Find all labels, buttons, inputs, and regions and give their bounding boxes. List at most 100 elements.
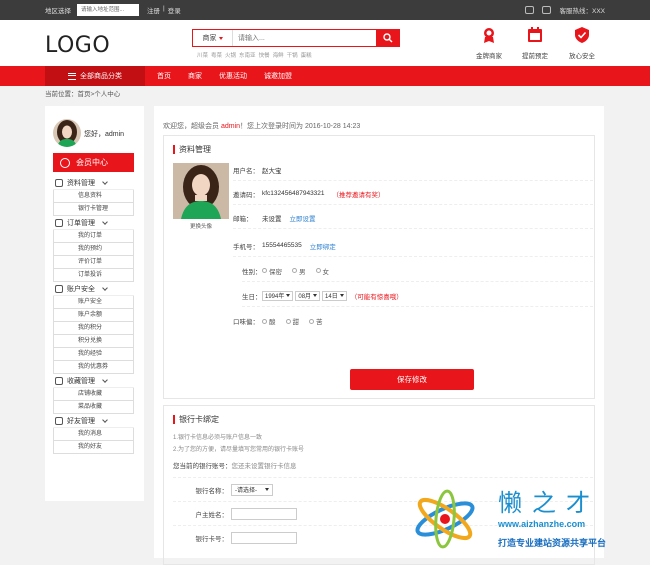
breadcrumb: 当前位置：首页>个人中心 [45, 91, 121, 98]
region-input[interactable]: 请输入地址范围... [77, 4, 139, 16]
sidebar-item[interactable]: 我的优惠券 [53, 361, 134, 374]
welcome-username: admin [220, 123, 241, 130]
menu-group-title[interactable]: 资料管理 [53, 176, 134, 190]
sidebar-item[interactable]: 银行卡管理 [53, 203, 134, 216]
chevron-down-icon [102, 218, 108, 225]
change-avatar-link[interactable]: 更换头像 [173, 222, 229, 230]
hot-keyword[interactable]: 粤菜 [211, 51, 222, 59]
register-link[interactable]: 注册 [147, 5, 160, 15]
chevron-down-icon [265, 488, 269, 491]
profile-photo[interactable] [173, 163, 229, 219]
feature-safe[interactable]: 放心安全 [562, 26, 602, 60]
birth-month-select[interactable]: 08月 [295, 290, 321, 301]
nav-item-home[interactable]: 首页 [157, 71, 171, 81]
birth-day-select[interactable]: 14日 [322, 290, 347, 301]
sidebar-item[interactable]: 订单投诉 [53, 269, 134, 282]
sidebar-item[interactable]: 账户安全 [53, 296, 134, 309]
taste-radio-bitter[interactable]: 苦 [309, 316, 323, 326]
wechat-icon[interactable] [525, 6, 535, 14]
field-gender: 性别： 保密 男 女 [242, 260, 593, 282]
sidebar-item[interactable]: 我的消息 [53, 428, 134, 441]
hotline-value: XXX [591, 8, 605, 15]
sidebar-item[interactable]: 菜品收藏 [53, 401, 134, 414]
logo[interactable]: LOGO [45, 33, 110, 58]
gender-radio-male[interactable]: 男 [292, 266, 306, 276]
field-label: 邀请码： [233, 191, 259, 199]
save-button[interactable]: 保存修改 [350, 369, 474, 390]
chevron-down-icon [313, 294, 318, 297]
hot-keyword[interactable]: 火锅 [225, 51, 236, 59]
radio-icon [285, 318, 291, 324]
hot-keyword[interactable]: 快餐 [259, 51, 270, 59]
hot-keyword[interactable]: 海鲜 [273, 51, 284, 59]
nav-item-promotions[interactable]: 优惠活动 [219, 71, 247, 81]
welcome-prefix: 欢迎您，超级会员 [163, 123, 219, 130]
account-icon [55, 284, 63, 293]
field-taste: 口味偏： 酸 甜 苦 [233, 310, 593, 332]
taste-radio-sour[interactable]: 酸 [262, 316, 276, 326]
profile-panel: 资料管理 更换头像 用户名： 赵大宝 邀请码： kfc1324564879433… [163, 135, 595, 399]
radio-icon [309, 318, 314, 324]
bank-note: 2.为了您的方便，请尽量填写您常用的银行卡账号 [173, 447, 305, 453]
friend-icon [55, 416, 63, 425]
feature-label: 金牌商家 [476, 53, 502, 60]
nav-item-franchise[interactable]: 诚邀加盟 [264, 71, 292, 81]
shield-icon [575, 27, 589, 43]
holder-name-input[interactable] [231, 507, 297, 520]
sidebar: 您好，admin 会员中心 资料管理 信息资料 银行卡管理 订单管理 我的订单 … [45, 106, 144, 501]
hot-keyword[interactable]: 蛋糕 [301, 51, 312, 59]
phone-icon[interactable] [542, 6, 552, 14]
sidebar-item[interactable]: 我的积分 [53, 322, 134, 335]
bank-name-select[interactable]: -请选择- [231, 483, 273, 496]
profile-title: 资料管理 [173, 145, 211, 154]
menu-group-label: 账户安全 [67, 285, 95, 293]
field-label: 口味偏： [233, 319, 259, 326]
main-nav: 全部商品分类 首页 商家 优惠活动 诚邀加盟 [0, 66, 650, 86]
birthday-hint: （可能有惊喜哦） [350, 293, 403, 301]
field-label: 邮箱： [233, 215, 253, 223]
radio-icon [262, 318, 267, 324]
menu-group-title[interactable]: 收藏管理 [53, 374, 134, 388]
birth-year-select[interactable]: 1994年 [262, 290, 294, 301]
search-category-select[interactable]: 商家 [193, 30, 233, 46]
sidebar-item[interactable]: 我的经验 [53, 348, 134, 361]
sidebar-item[interactable]: 我的预约 [53, 243, 134, 256]
set-email-link[interactable]: 立即设置 [290, 213, 316, 223]
sidebar-item[interactable]: 我的订单 [53, 230, 134, 243]
member-center-button[interactable]: 会员中心 [53, 153, 134, 172]
member-center-label: 会员中心 [76, 158, 108, 167]
feature-gold-merchant[interactable]: 金牌商家 [469, 26, 509, 60]
hot-keyword[interactable]: 川菜 [197, 51, 208, 59]
header: LOGO 商家 川菜 粤菜 火锅 东南亚 快餐 海鲜 干锅 蛋糕 金牌商家 提前… [0, 20, 650, 66]
hotline-label: 客服热线： [559, 8, 592, 15]
search-button[interactable] [376, 30, 399, 46]
menu-group-title[interactable]: 账户安全 [53, 282, 134, 296]
bank-note: 1.银行卡信息必须与账户信息一致 [173, 435, 263, 441]
bind-phone-link[interactable]: 立即绑定 [310, 241, 336, 251]
birth-day-value: 14日 [325, 294, 338, 300]
gender-radio-secret[interactable]: 保密 [262, 266, 282, 276]
taste-radio-sweet[interactable]: 甜 [285, 316, 299, 326]
sidebar-item[interactable]: 我的好友 [53, 441, 134, 454]
avatar[interactable] [53, 119, 81, 147]
nav-item-merchant[interactable]: 商家 [188, 71, 202, 81]
menu-group-title[interactable]: 订单管理 [53, 216, 134, 230]
menu-group-title[interactable]: 好友管理 [53, 414, 134, 428]
sidebar-item[interactable]: 评价订单 [53, 256, 134, 269]
feature-reserve[interactable]: 提前预定 [515, 26, 555, 60]
sidebar-item[interactable]: 店铺收藏 [53, 388, 134, 401]
sidebar-item[interactable]: 积分兑换 [53, 335, 134, 348]
hot-keyword[interactable]: 干锅 [287, 51, 298, 59]
card-number-input[interactable] [231, 531, 297, 544]
search-input[interactable] [233, 30, 376, 46]
gender-radio-female[interactable]: 女 [315, 266, 329, 276]
all-categories-button[interactable]: 全部商品分类 [45, 66, 145, 86]
sidebar-item[interactable]: 信息资料 [53, 190, 134, 203]
radio-label: 苦 [316, 319, 323, 326]
sidebar-item[interactable]: 账户余额 [53, 309, 134, 322]
login-link[interactable]: 登录 [168, 5, 181, 15]
field-label: 用户名： [233, 167, 259, 175]
gear-icon [55, 178, 63, 187]
feature-label: 提前预定 [522, 53, 548, 60]
hot-keyword[interactable]: 东南亚 [239, 51, 256, 59]
